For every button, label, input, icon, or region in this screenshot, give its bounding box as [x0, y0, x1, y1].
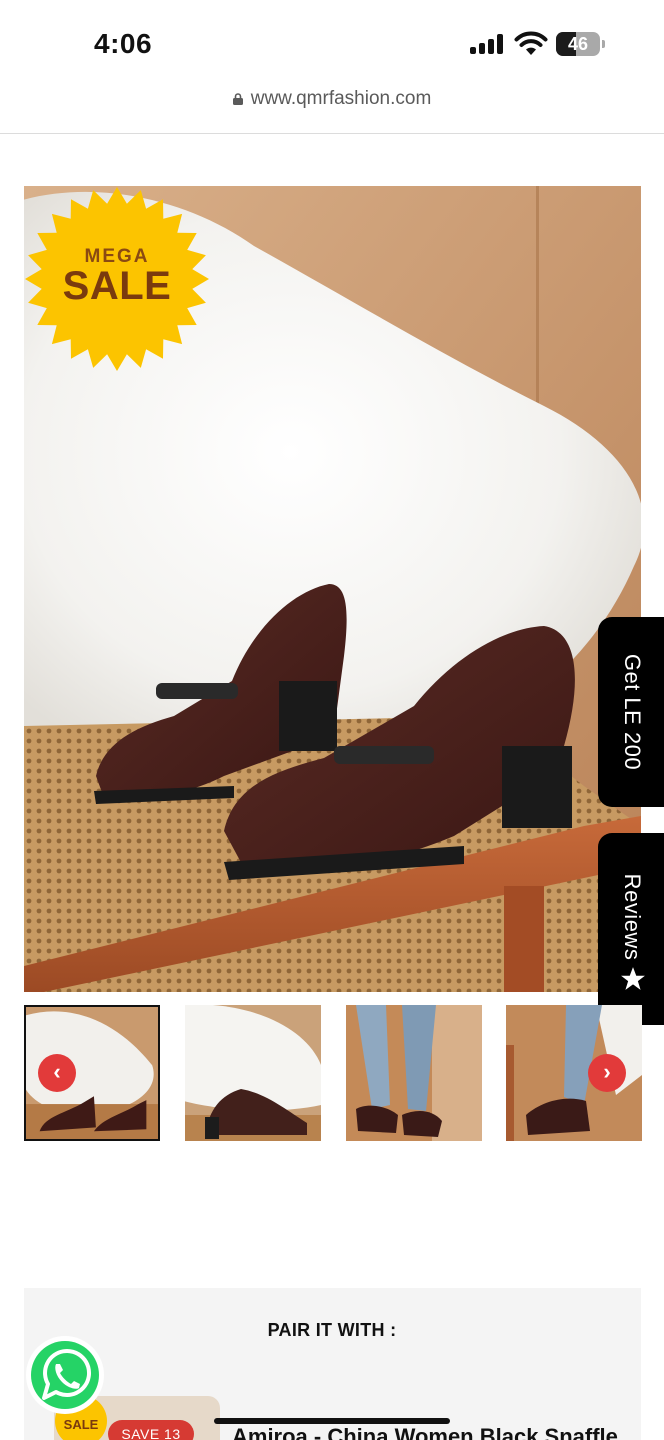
reviews-side-tab[interactable]: Reviews [598, 833, 664, 1025]
address-bar-divider [0, 133, 664, 134]
svg-text:SALE: SALE [64, 1417, 99, 1432]
gallery-prev-button[interactable]: ‹ [38, 1054, 76, 1092]
status-time: 4:06 [94, 28, 153, 59]
pair-product-name[interactable]: Amiroa - China Women Black Snaffle [232, 1424, 618, 1440]
home-indicator [214, 1418, 450, 1424]
address-bar[interactable]: www.qmrfashion.com [0, 88, 664, 134]
url-text: www.qmrfashion.com [250, 88, 432, 109]
mega-sale-bottom-text: SALE [62, 264, 172, 308]
reviews-tab-label: Reviews [620, 874, 645, 961]
battery-icon: 46 [556, 32, 600, 56]
save-badge: SAVE 13 [108, 1420, 194, 1440]
wifi-icon [514, 31, 548, 55]
coupon-tab-label: Get LE 200 [620, 653, 645, 771]
battery-level: 46 [567, 34, 589, 54]
mega-sale-badge: MEGA SALE [24, 186, 210, 372]
coupon-side-tab[interactable]: Get LE 200 [598, 617, 664, 807]
thumbnail-3[interactable] [346, 1005, 482, 1141]
thumbnail-strip [24, 1005, 642, 1141]
battery-tip [602, 40, 605, 48]
thumbnail-2[interactable] [185, 1005, 321, 1141]
whatsapp-icon[interactable] [24, 1334, 106, 1416]
lock-icon [232, 93, 243, 105]
status-bar: 4:06 46 [0, 0, 664, 88]
star-icon [621, 967, 645, 990]
signal-icon [470, 34, 506, 54]
gallery-next-button[interactable]: › [588, 1054, 626, 1092]
